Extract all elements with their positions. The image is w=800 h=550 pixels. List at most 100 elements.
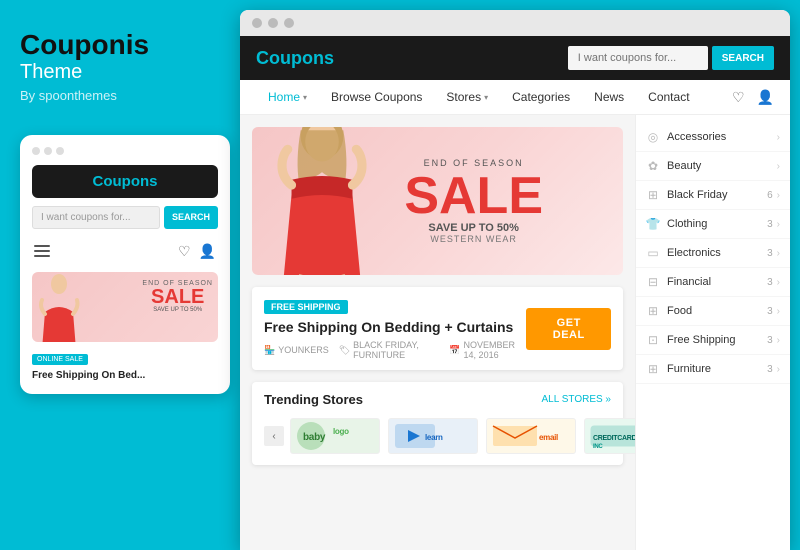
coupon-card: FREE SHIPPING Free Shipping On Bedding +… [252, 287, 623, 370]
header-search-input[interactable] [568, 46, 708, 70]
nav-link-home[interactable]: Home ▾ [256, 80, 319, 114]
sidebar-item-free-shipping[interactable]: ⊡ Free Shipping 3 › [636, 326, 790, 355]
coupon-meta-category: 🏷 BLACK FRIDAY, FURNITURE [339, 340, 440, 360]
content-area: END OF SEASON SALE SAVE UP TO 50% WESTER… [240, 115, 635, 550]
left-panel: Couponis Theme By spoonthemes Coupons I … [0, 0, 240, 550]
user-icon[interactable]: 👤 [199, 243, 216, 260]
svg-text:learn: learn [425, 433, 443, 442]
coupon-badge: FREE SHIPPING [264, 300, 348, 314]
hero-western-text: WESTERN WEAR [404, 234, 543, 244]
brand-subtitle: Theme [20, 61, 220, 84]
accessories-chevron: › [777, 132, 780, 143]
sidebar-item-financial-left: ⊟ Financial [646, 275, 711, 289]
get-deal-button[interactable]: GET DEAL [526, 308, 611, 350]
store-icon: 🏪 [264, 345, 275, 356]
hamburger-icon[interactable] [34, 245, 50, 257]
bookmark-nav-icon[interactable]: ♡ [732, 89, 745, 106]
store-item-creditcarding[interactable]: CREDITCARD INC [584, 417, 635, 455]
site-logo-highlight: s [324, 48, 334, 68]
sidebar-item-furniture[interactable]: ⊞ Furniture 3 › [636, 355, 790, 384]
header-search-button[interactable]: SEARCH [712, 46, 774, 70]
sidebar-item-black-friday-left: ⊞ Black Friday [646, 188, 728, 202]
nav-right-icons: ♡ 👤 [732, 89, 774, 106]
coupon-meta-store: 🏪 YOUNKERS [264, 345, 329, 356]
calendar-icon: 📅 [449, 345, 460, 356]
nav-link-categories[interactable]: Categories [500, 80, 582, 114]
electronics-count: 3 [767, 248, 773, 259]
black-friday-chevron: › [777, 190, 780, 201]
trending-stores-header: Trending Stores ALL STORES » [264, 392, 611, 407]
sidebar-item-beauty[interactable]: ✿ Beauty › [636, 152, 790, 181]
store-logo-babylogo: baby logo [290, 418, 380, 454]
financial-icon: ⊟ [646, 275, 660, 289]
sidebar-item-free-shipping-left: ⊡ Free Shipping [646, 333, 736, 347]
sidebar-label-electronics: Electronics [667, 247, 721, 259]
mockup-dots [32, 147, 218, 155]
carousel-prev-button[interactable]: ‹ [264, 426, 284, 446]
beauty-chevron: › [777, 161, 780, 172]
mockup-logo-text: Coupon [93, 173, 150, 190]
sidebar-item-accessories[interactable]: ◎ Accessories › [636, 123, 790, 152]
tag-icon: 🏷 [339, 345, 350, 356]
stores-list: baby logo learn [290, 417, 635, 455]
food-icon: ⊞ [646, 304, 660, 318]
coupon-store-name: YOUNKERS [278, 345, 329, 355]
main-content: END OF SEASON SALE SAVE UP TO 50% WESTER… [240, 115, 790, 550]
all-stores-link[interactable]: ALL STORES » [542, 394, 611, 405]
electronics-icon: ▭ [646, 246, 660, 260]
sidebar-item-food-left: ⊞ Food [646, 304, 692, 318]
hero-text-area: END OF SEASON SALE SAVE UP TO 50% WESTER… [404, 158, 543, 244]
sidebar-item-furniture-left: ⊞ Furniture [646, 362, 711, 376]
right-sidebar: ◎ Accessories › ✿ Beauty › ⊞ Black Frida… [635, 115, 790, 550]
financial-count: 3 [767, 277, 773, 288]
free-shipping-chevron: › [777, 335, 780, 346]
sidebar-item-financial[interactable]: ⊟ Financial 3 › [636, 268, 790, 297]
hero-banner: END OF SEASON SALE SAVE UP TO 50% WESTER… [252, 127, 623, 275]
browser-chrome [240, 10, 790, 36]
sidebar-item-black-friday[interactable]: ⊞ Black Friday 6 › [636, 181, 790, 210]
mockup-search-button[interactable]: SEARCH [164, 206, 218, 229]
free-shipping-count: 3 [767, 335, 773, 346]
mockup-nav-icons: ♡ 👤 [178, 243, 216, 260]
sidebar-label-black-friday: Black Friday [667, 189, 728, 201]
nav-news-label: News [594, 90, 624, 104]
nav-link-browse-coupons[interactable]: Browse Coupons [319, 80, 434, 114]
sidebar-item-clothing[interactable]: 👕 Clothing 3 › [636, 210, 790, 239]
coupon-meta: 🏪 YOUNKERS 🏷 BLACK FRIDAY, FURNITURE 📅 N… [264, 340, 526, 360]
mockup-search-input[interactable]: I want coupons for... [32, 206, 160, 229]
furniture-icon: ⊞ [646, 362, 660, 376]
sidebar-item-food[interactable]: ⊞ Food 3 › [636, 297, 790, 326]
clothing-count: 3 [767, 219, 773, 230]
black-friday-count: 6 [767, 190, 773, 201]
mockup-dot-2 [44, 147, 52, 155]
store-item-emailmarketing[interactable]: email [486, 417, 576, 455]
store-item-learningvideos[interactable]: learn [388, 417, 478, 455]
nav-link-stores[interactable]: Stores ▾ [434, 80, 500, 114]
mockup-logo: Coupons [93, 173, 158, 190]
sidebar-item-beauty-left: ✿ Beauty [646, 159, 701, 173]
bookmark-icon[interactable]: ♡ [178, 243, 191, 260]
store-item-babylogo[interactable]: baby logo [290, 417, 380, 455]
site-logo: Coupons [256, 48, 334, 69]
user-nav-icon[interactable]: 👤 [757, 89, 774, 106]
mockup-sale-text: SALE [142, 287, 213, 307]
svg-text:baby: baby [303, 432, 326, 443]
hero-person-svg [262, 127, 382, 275]
mobile-mockup: Coupons I want coupons for... SEARCH ♡ 👤 [20, 135, 230, 394]
mockup-hero-banner: END OF SEASON SALE SAVE UP TO 50% [32, 272, 218, 342]
mockup-dot-3 [56, 147, 64, 155]
brand-name-text: Couponis [20, 29, 149, 60]
electronics-chevron: › [777, 248, 780, 259]
svg-text:INC: INC [593, 444, 603, 450]
site-header: Coupons SEARCH [240, 36, 790, 80]
sidebar-label-accessories: Accessories [667, 131, 726, 143]
free-shipping-icon: ⊡ [646, 333, 660, 347]
sidebar-item-electronics[interactable]: ▭ Electronics 3 › [636, 239, 790, 268]
mockup-dot-1 [32, 147, 40, 155]
nav-link-contact[interactable]: Contact [636, 80, 701, 114]
hero-sale-text: SALE [404, 170, 543, 222]
browser-window: Coupons SEARCH Home ▾ Browse Coupons Sto… [240, 10, 790, 550]
mockup-hero-text: END OF SEASON SALE SAVE UP TO 50% [142, 280, 213, 313]
sidebar-label-food: Food [667, 305, 692, 317]
nav-link-news[interactable]: News [582, 80, 636, 114]
